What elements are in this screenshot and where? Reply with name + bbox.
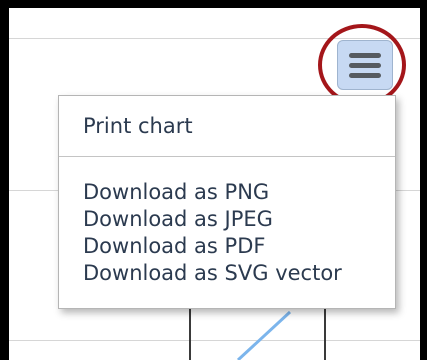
menu-item-download-svg[interactable]: Download as SVG vector — [83, 261, 342, 285]
series-line-segment — [236, 310, 292, 360]
menu-separator — [59, 156, 395, 157]
frame-top-border — [0, 0, 427, 8]
frame-right-border — [420, 0, 427, 360]
menu-item-download-jpeg[interactable]: Download as JPEG — [83, 207, 273, 231]
plot-vertical-line-right — [324, 308, 326, 360]
frame-left-border — [0, 0, 9, 360]
hamburger-menu-icon-bar — [349, 62, 381, 68]
hamburger-menu-icon-bar — [349, 72, 381, 78]
plot-vertical-line-left — [189, 308, 191, 360]
export-context-menu: Print chart Download as PNG Download as … — [58, 95, 396, 309]
hamburger-menu-icon-bar — [349, 52, 381, 58]
menu-item-download-pdf[interactable]: Download as PDF — [83, 234, 265, 258]
menu-item-print-chart[interactable]: Print chart — [83, 114, 193, 138]
grid-line — [9, 340, 420, 341]
chart-context-menu-button[interactable] — [337, 40, 393, 90]
menu-item-download-png[interactable]: Download as PNG — [83, 180, 269, 204]
chart-container: Print chart Download as PNG Download as … — [0, 0, 427, 360]
grid-line — [9, 38, 420, 39]
